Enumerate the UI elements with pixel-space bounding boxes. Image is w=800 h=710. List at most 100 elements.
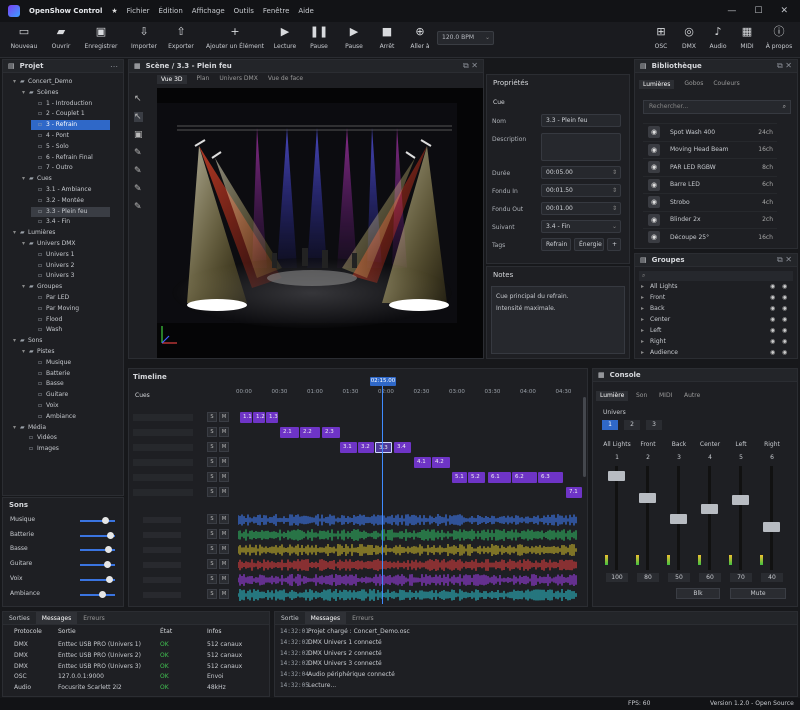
fixture-item[interactable]: ◉ PAR LED RGBW 8ch [643,158,777,175]
name-field[interactable]: 3.3 - Plein feu [541,114,621,127]
tree-item[interactable]: ▫ Wash [31,325,62,335]
tab-log-erreurs[interactable]: Erreurs [346,612,380,624]
group-item[interactable]: ▸ Audience ◉ ◉ [641,347,793,358]
next-select[interactable]: 3.4 - Fin ⌄ [541,220,621,233]
channel-value[interactable]: 50 [668,573,690,582]
tree-item[interactable]: ▫ 3.2 - Montée [31,196,84,206]
tab-couleurs[interactable]: Couleurs [713,80,739,89]
cue-block[interactable]: 3.3 [375,442,392,453]
tree-item[interactable]: ▫ 3 - Refrain [31,120,110,131]
solo-button[interactable]: S [207,412,217,422]
univers-1-button[interactable]: 1 [602,420,618,430]
mute-button[interactable]: M [219,544,229,554]
tab-erreurs[interactable]: Erreurs [77,612,111,624]
tree-item[interactable]: ▫ Musique [31,358,71,368]
mute-button[interactable]: M [219,442,229,452]
menu-outils[interactable]: Outils [234,7,254,15]
cue-block[interactable]: 6.3 [538,472,563,483]
cue-block[interactable]: 1.1 [240,412,252,423]
tab-log-messages[interactable]: Messages [304,612,347,624]
pen-icon[interactable]: ✎ [134,148,143,158]
tree-item[interactable]: ▫ Univers 2 [31,261,74,271]
solo-button[interactable]: S [207,457,217,467]
add-tag-button[interactable]: + [607,238,621,251]
panel-pin-icon[interactable]: ⧉ ✕ [777,255,792,265]
solo-button[interactable]: S [207,544,217,554]
bpm-field[interactable]: 120.0 BPM ⌄ [437,31,494,45]
tree-item[interactable]: ▫ 5 - Solo [31,142,69,152]
fader-track[interactable] [739,466,742,570]
fade-in-field[interactable]: 00:01.50 ⇕ [541,184,621,197]
group-item[interactable]: ▸ Center ◉ ◉ [641,314,793,325]
tree-item[interactable]: ▫ Ambiance [31,412,76,422]
spinner-icon[interactable]: ⇕ [612,169,617,176]
fixture-item[interactable]: ◉ Barre LED 6ch [643,175,777,193]
group-item[interactable]: ▸ Left ◉ ◉ [641,325,793,336]
tree-item[interactable]: ▫ Par LED [31,293,69,303]
menu-affichage[interactable]: Affichage [192,7,225,15]
groups-search-input[interactable]: ⌕ [639,271,793,281]
tab-autre[interactable]: Autre [680,391,704,401]
cue-block[interactable]: 1.2 [253,412,265,423]
eye-icon[interactable]: ◉ [782,325,787,336]
volume-slider[interactable] [80,520,115,522]
tab-gobos[interactable]: Gobos [684,80,703,89]
eye-icon[interactable]: ◉ [782,336,787,347]
solo-button[interactable]: S [207,442,217,452]
chevron-down-icon[interactable]: ▾ [22,282,29,292]
library-search-input[interactable]: Rechercher... ⌕ [643,100,791,114]
fader-knob[interactable] [639,492,656,503]
spinner-icon[interactable]: ⇕ [612,187,617,194]
eye-icon[interactable]: ◉ [770,314,775,325]
blackout-button[interactable]: Blk [676,588,720,599]
audio-waveform[interactable] [238,589,578,601]
chevron-right-icon[interactable]: ▸ [641,349,644,356]
fader-track[interactable] [646,466,649,570]
tag-chip[interactable]: Énergie [574,238,604,251]
description-field[interactable] [541,133,621,161]
fader-track[interactable] [615,466,618,570]
mute-button[interactable]: M [219,412,229,422]
menu-aide[interactable]: Aide [298,7,313,15]
tree-item[interactable]: ▫ Univers 1 [31,250,74,260]
eye-icon[interactable]: ◉ [770,281,775,292]
cue-block[interactable]: 6.1 [488,472,511,483]
fade-out-field[interactable]: 00:01.00 ⇕ [541,202,621,215]
cue-block[interactable]: 3.1 [340,442,357,453]
fader-knob[interactable] [732,494,749,505]
solo-button[interactable]: S [207,487,217,497]
cue-block[interactable]: 2.3 [322,427,340,438]
cue-block[interactable]: 2.2 [300,427,320,438]
eye-icon[interactable]: ◉ [782,303,787,314]
volume-knob[interactable] [106,531,114,539]
about-button[interactable]: ⓘ À propos [755,25,800,50]
chevron-down-icon[interactable]: ▾ [13,228,20,238]
chevron-right-icon[interactable]: ▸ [641,338,644,345]
tab-plan[interactable]: Plan [197,75,210,84]
tab-vue-face[interactable]: Vue de face [268,75,303,84]
playhead-line[interactable] [382,386,383,604]
pointer-icon[interactable]: ↖ [134,94,143,104]
volume-knob[interactable] [105,546,112,554]
audio-waveform[interactable] [238,574,578,586]
tree-item[interactable]: ▾ ▰ Concert_Demo [13,77,72,87]
playhead-label[interactable]: 02:15.00 [370,377,396,386]
tag-chip[interactable]: Refrain [541,238,571,251]
mute-button[interactable]: Mute [730,588,786,599]
menu-fichier[interactable]: Fichier [127,7,150,15]
select-icon[interactable]: ↖ [134,112,143,122]
panel-menu-icon[interactable]: ⋯ [110,62,118,71]
channel-value[interactable]: 100 [606,573,628,582]
channel-value[interactable]: 40 [761,573,783,582]
eye-icon[interactable]: ◉ [770,292,775,303]
audio-waveform[interactable] [238,514,578,526]
tab-sorties[interactable]: Sorties [3,612,36,624]
chevron-down-icon[interactable]: ▾ [13,336,20,346]
cue-block[interactable]: 3.4 [394,442,411,453]
cue-block[interactable]: 5.1 [452,472,467,483]
fixture-item[interactable]: ◉ Découpe 25° 16ch [643,228,777,245]
tree-item[interactable]: ▾ ▰ Lumières [13,228,55,238]
tree-item[interactable]: ▫ 7 - Outro [31,163,73,173]
eye-icon[interactable]: ◉ [770,347,775,358]
tree-item[interactable]: ▫ 2 - Couplet 1 [31,109,85,119]
